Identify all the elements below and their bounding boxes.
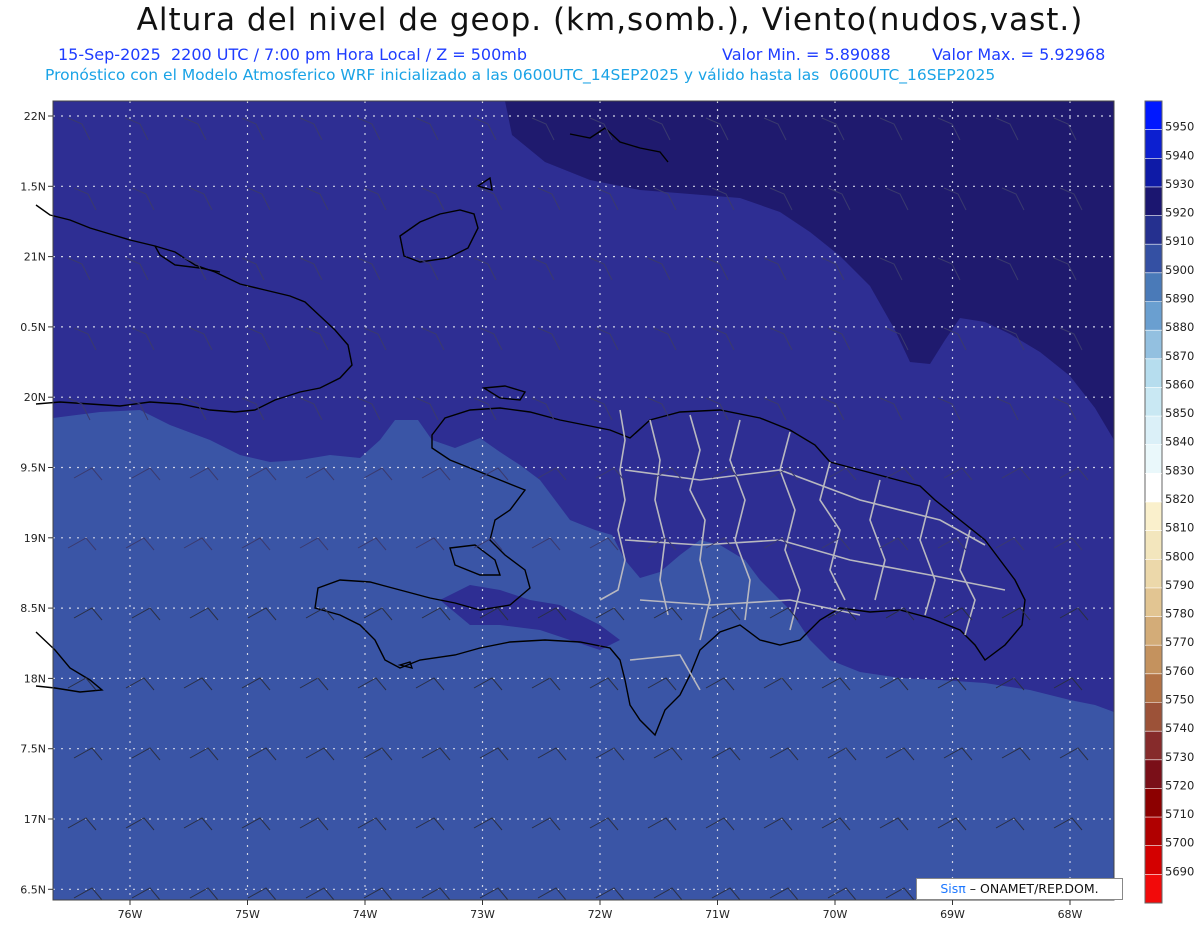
colorbar-swatch bbox=[1145, 616, 1162, 646]
colorbar-swatch bbox=[1145, 702, 1162, 732]
colorbar-swatch bbox=[1145, 244, 1162, 274]
colorbar-label: 5860 bbox=[1165, 377, 1194, 391]
colorbar-label: 5880 bbox=[1165, 320, 1194, 334]
geopotential-field bbox=[53, 101, 1114, 900]
colorbar-swatch bbox=[1145, 502, 1162, 532]
colorbar-swatch bbox=[1145, 817, 1162, 847]
lon-tick-label: 69W bbox=[940, 908, 965, 921]
colorbar-label: 5830 bbox=[1165, 463, 1194, 477]
colorbar-label: 5820 bbox=[1165, 492, 1194, 506]
colorbar-swatch bbox=[1145, 530, 1162, 560]
lon-tick-label: 72W bbox=[588, 908, 613, 921]
lat-tick-label: 9.5N bbox=[20, 462, 46, 475]
colorbar-label: 5850 bbox=[1165, 406, 1194, 420]
colorbar-swatch bbox=[1145, 473, 1162, 503]
lat-tick-label: 22N bbox=[24, 110, 46, 123]
colorbar-label: 5750 bbox=[1165, 693, 1194, 707]
lon-tick-label: 74W bbox=[353, 908, 378, 921]
colorbar-label: 5910 bbox=[1165, 234, 1194, 248]
colorbar: 5950 5940 5930 5920 5910 5900 5890 5880 5870 5860… bbox=[1144, 100, 1194, 904]
lat-tick-label: 17N bbox=[24, 813, 46, 826]
lat-tick-label: 20N bbox=[24, 391, 46, 404]
colorbar-swatch bbox=[1145, 673, 1162, 703]
colorbar-label: 5810 bbox=[1165, 521, 1194, 535]
credit-text: – ONAMET/REP.DOM. bbox=[969, 881, 1099, 896]
colorbar-swatch bbox=[1145, 129, 1162, 159]
colorbar-label: 5780 bbox=[1165, 607, 1194, 621]
colorbar-swatch bbox=[1145, 416, 1162, 446]
colorbar-swatch bbox=[1145, 645, 1162, 675]
colorbar-label: 5690 bbox=[1165, 864, 1194, 878]
map-figure: 76W 75W 74W 73W 72W 71W 70W 69W 68W 22N 1.5N 21N 0.5… bbox=[20, 100, 1194, 921]
colorbar-swatch bbox=[1145, 845, 1162, 875]
lat-tick-label: 18N bbox=[24, 672, 46, 685]
colorbar-swatch bbox=[1145, 301, 1162, 331]
colorbar-label: 5950 bbox=[1165, 120, 1194, 134]
colorbar-swatch bbox=[1145, 186, 1162, 217]
lon-tick-label: 75W bbox=[235, 908, 260, 921]
colorbar-swatch bbox=[1145, 358, 1162, 388]
lon-tick-label: 68W bbox=[1058, 908, 1083, 921]
lat-tick-label: 0.5N bbox=[20, 321, 46, 334]
lat-tick-label: 6.5N bbox=[20, 883, 46, 896]
credit-brand: Sisπ bbox=[940, 881, 966, 896]
colorbar-swatch bbox=[1145, 731, 1162, 761]
colorbar-label: 5770 bbox=[1165, 635, 1194, 649]
colorbar-label: 5870 bbox=[1165, 349, 1194, 363]
lat-tick-label: 19N bbox=[24, 532, 46, 545]
colorbar-label: 5900 bbox=[1165, 263, 1194, 277]
colorbar-swatch bbox=[1145, 587, 1162, 618]
colorbar-label: 5760 bbox=[1165, 664, 1194, 678]
lat-tick-label: 1.5N bbox=[20, 180, 46, 193]
colorbar-label: 5710 bbox=[1165, 807, 1194, 821]
colorbar-label: 5700 bbox=[1165, 836, 1194, 850]
colorbar-swatch bbox=[1145, 759, 1162, 789]
colorbar-label: 5730 bbox=[1165, 750, 1194, 764]
colorbar-swatch bbox=[1145, 272, 1162, 302]
colorbar-label: 5890 bbox=[1165, 292, 1194, 306]
colorbar-label: 5790 bbox=[1165, 578, 1194, 592]
colorbar-label: 5740 bbox=[1165, 721, 1194, 735]
colorbar-label: 5930 bbox=[1165, 177, 1194, 191]
colorbar-swatch bbox=[1145, 158, 1162, 188]
colorbar-label: 5940 bbox=[1165, 148, 1194, 162]
colorbar-swatch bbox=[1145, 444, 1162, 474]
colorbar-swatch bbox=[1145, 874, 1162, 904]
credit-box: Sisπ – ONAMET/REP.DOM. bbox=[916, 878, 1123, 900]
colorbar-label: 5840 bbox=[1165, 435, 1194, 449]
lon-tick-label: 76W bbox=[118, 908, 143, 921]
colorbar-swatch bbox=[1145, 101, 1162, 131]
colorbar-swatch bbox=[1145, 387, 1162, 417]
lon-tick-label: 70W bbox=[823, 908, 848, 921]
colorbar-swatch bbox=[1145, 330, 1162, 360]
lat-tick-label: 8.5N bbox=[20, 602, 46, 615]
colorbar-label: 5800 bbox=[1165, 549, 1194, 563]
lat-tick-label: 7.5N bbox=[20, 743, 46, 756]
colorbar-label: 5920 bbox=[1165, 206, 1194, 220]
lon-tick-label: 73W bbox=[470, 908, 495, 921]
colorbar-label: 5720 bbox=[1165, 778, 1194, 792]
colorbar-swatch bbox=[1145, 215, 1162, 245]
lat-tick-label: 21N bbox=[24, 251, 46, 264]
colorbar-swatch bbox=[1145, 559, 1162, 589]
lon-tick-label: 71W bbox=[705, 908, 730, 921]
colorbar-swatch bbox=[1145, 788, 1162, 818]
